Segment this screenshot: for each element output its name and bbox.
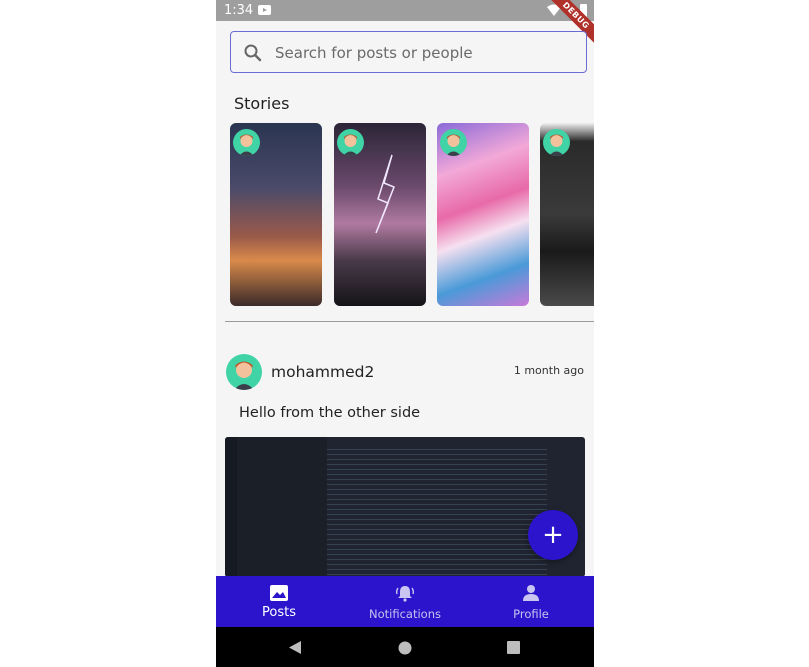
youtube-notification-icon <box>258 5 271 15</box>
avatar <box>337 129 364 156</box>
nav-profile-label: Profile <box>513 607 549 621</box>
status-time: 1:34 <box>224 3 254 18</box>
search-input[interactable] <box>273 32 577 73</box>
lightning-graphic <box>375 154 395 234</box>
home-icon[interactable] <box>398 641 412 655</box>
image-icon <box>270 585 288 601</box>
story-card[interactable] <box>230 123 322 306</box>
avatar <box>543 129 570 156</box>
stories-heading: Stories <box>234 94 290 113</box>
nav-notifications-label: Notifications <box>369 607 441 621</box>
editor-sidebar <box>225 437 237 577</box>
nav-posts-label: Posts <box>262 605 296 620</box>
post-username[interactable]: mohammed2 <box>271 363 374 381</box>
post-image[interactable] <box>225 437 585 577</box>
post-timestamp: 1 month ago <box>513 364 584 377</box>
nav-posts[interactable]: Posts <box>216 576 342 627</box>
post-text: Hello from the other side <box>239 405 421 421</box>
bottom-navigation: Posts Notifications Profile <box>216 576 594 627</box>
story-card[interactable] <box>437 123 529 306</box>
avatar <box>233 129 260 156</box>
status-bar: 1:34 DEBUG <box>216 0 594 49</box>
android-navigation-bar <box>216 627 594 667</box>
bell-icon <box>395 586 415 602</box>
nav-profile[interactable]: Profile <box>468 576 594 627</box>
stories-carousel[interactable] <box>230 123 594 307</box>
editor-code-area <box>327 445 547 577</box>
divider <box>225 321 594 322</box>
recents-icon[interactable] <box>507 641 520 654</box>
editor-explorer <box>237 437 327 577</box>
search-icon <box>244 44 262 62</box>
add-post-button[interactable]: + <box>528 510 578 560</box>
post-author-avatar[interactable] <box>226 354 262 390</box>
search-field[interactable] <box>230 31 587 73</box>
avatar <box>440 129 467 156</box>
app-screen: 1:34 DEBUG Stories <box>216 0 594 667</box>
story-card[interactable] <box>540 123 594 306</box>
nav-notifications[interactable]: Notifications <box>342 576 468 627</box>
back-icon[interactable] <box>288 640 302 655</box>
story-card[interactable] <box>334 123 426 306</box>
person-icon <box>523 585 539 601</box>
